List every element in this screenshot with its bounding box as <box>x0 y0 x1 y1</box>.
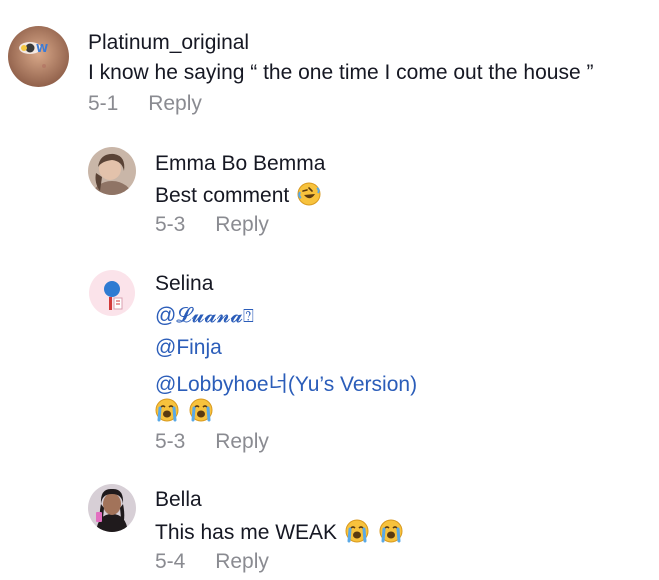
mention-link[interactable]: @Finja <box>155 336 222 359</box>
avatar[interactable]: W <box>8 26 69 87</box>
avatar-photo-icon <box>88 147 136 195</box>
comment-reply-3: Bella This has me WEAK 5-4 Reply <box>0 0 659 573</box>
comment-meta: 5-3 Reply <box>155 213 269 237</box>
mention-link[interactable]: @𝓛𝓾𝓪𝓷𝓪 <box>155 304 243 327</box>
comment-text: This has me WEAK <box>155 521 338 544</box>
comment-username[interactable]: Bella <box>155 488 202 512</box>
comment-date: 5-1 <box>88 92 119 115</box>
comment-username[interactable]: Selina <box>155 272 213 296</box>
mention-line-1: @𝓛𝓾𝓪𝓷𝓪⍰ <box>155 304 254 328</box>
emoji-line <box>155 398 213 424</box>
comment-meta: 5-4 Reply <box>155 550 269 574</box>
comment-username[interactable]: Platinum_original <box>88 31 249 55</box>
loudly-crying-face-icon <box>155 398 179 422</box>
comment-meta: 5-3 Reply <box>155 430 269 454</box>
avatar-eye-w-icon: W <box>8 26 69 87</box>
comment-thread-1: W Platinum_original I know he saying “ t… <box>0 0 659 125</box>
mention-line-2: @Finja <box>155 336 222 360</box>
loudly-crying-face-icon <box>345 519 369 543</box>
loudly-crying-face-icon <box>189 398 213 422</box>
comment-text: I know he saying “ the one time I come o… <box>88 61 594 84</box>
comment-date: 5-3 <box>155 430 186 453</box>
avatar-cartoon-icon <box>89 270 135 316</box>
avatar[interactable] <box>88 147 136 195</box>
comment-text-line: Best comment <box>155 182 321 208</box>
comment-date: 5-3 <box>155 213 186 236</box>
avatar-photo-icon <box>88 484 136 532</box>
rolling-laughing-face-icon <box>297 182 321 206</box>
mention-link[interactable]: @Lobbyhoe너(Yu’s Version) <box>155 373 417 396</box>
comment-username[interactable]: Emma Bo Bemma <box>155 152 325 176</box>
reply-button[interactable]: Reply <box>148 92 202 116</box>
reply-button[interactable]: Reply <box>215 550 269 574</box>
mention-line-3: @Lobbyhoe너(Yu’s Version) <box>155 368 417 398</box>
avatar[interactable] <box>89 270 135 316</box>
comment-text: Best comment <box>155 184 290 207</box>
reply-button[interactable]: Reply <box>215 430 269 454</box>
loudly-crying-face-icon <box>379 519 403 543</box>
comment-text-line: This has me WEAK <box>155 519 403 545</box>
svg-text:W: W <box>36 42 48 55</box>
avatar[interactable] <box>88 484 136 532</box>
comment-date: 5-4 <box>155 550 186 573</box>
reply-button[interactable]: Reply <box>215 213 269 237</box>
comment-meta: 5-1 Reply <box>88 92 202 116</box>
unknown-glyph: ⍰ <box>242 306 254 327</box>
